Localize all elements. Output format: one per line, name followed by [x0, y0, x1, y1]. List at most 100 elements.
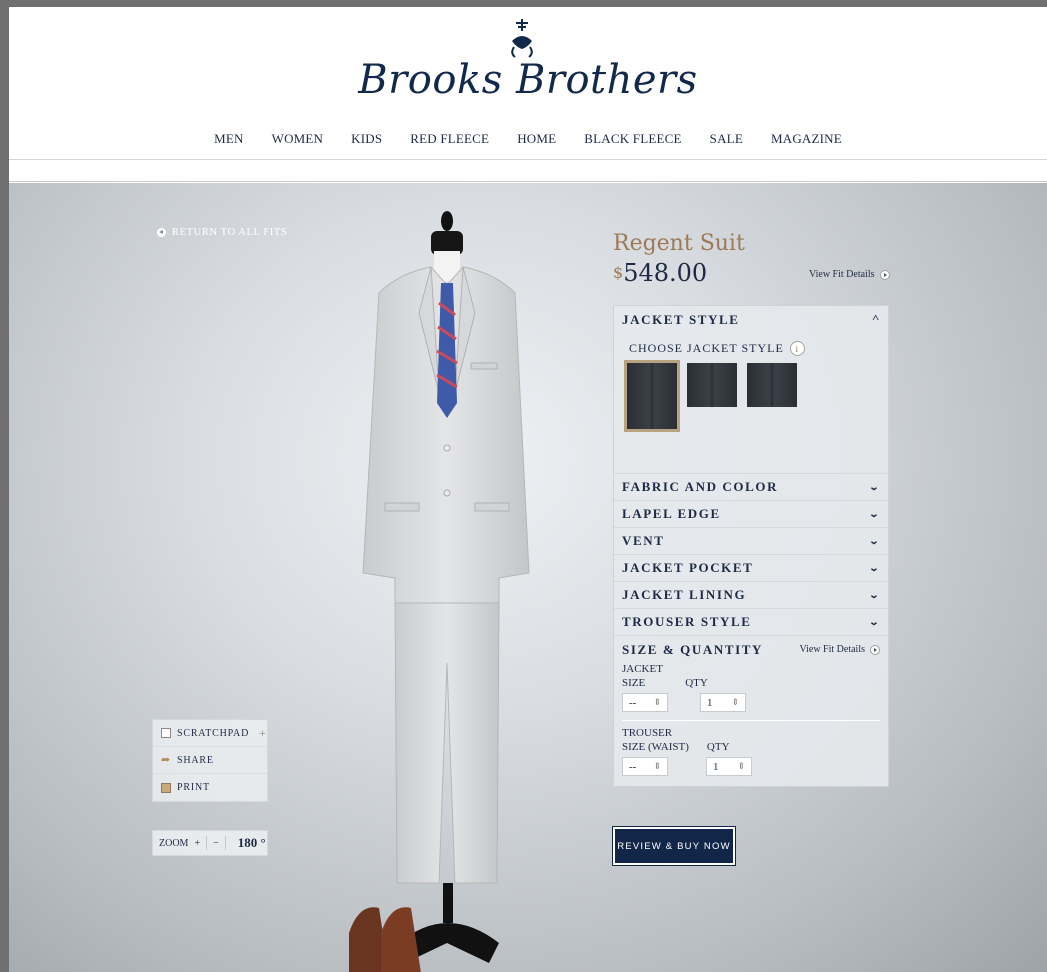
share-label: SHARE — [177, 754, 214, 766]
select-arrows-icon: ⇕ — [653, 697, 661, 707]
jacket-qty-select[interactable]: 1 ⇕ — [700, 693, 746, 712]
chevron-down-icon: ⌄ — [868, 589, 882, 601]
zoom-controls: ZOOM + − 180 ° — [152, 830, 268, 856]
chevron-right-circle-icon — [870, 644, 880, 655]
choose-jacket-style: CHOOSE JACKET STYLE i — [629, 341, 805, 356]
trouser-selects: -- ⇕ 1 ⇕ — [622, 757, 880, 776]
nav-item-men[interactable]: MEN — [214, 131, 244, 147]
zoom-label: ZOOM — [159, 837, 189, 849]
section-label: VENT — [622, 533, 665, 548]
nav-item-women[interactable]: WOMEN — [272, 131, 324, 147]
size-quantity-header: SIZE & QUANTITY View Fit Details — [614, 635, 888, 663]
scratchpad-button[interactable]: SCRATCHPAD + — [153, 720, 267, 747]
back-arrow-icon — [157, 228, 166, 237]
scratchpad-label: SCRATCHPAD — [177, 727, 250, 739]
sub-navigation-bar — [9, 160, 1047, 182]
accordion-jacket-pocket[interactable]: JACKET POCKET ⌄ — [614, 554, 888, 581]
share-arrow-icon: ➦ — [161, 754, 172, 766]
site-header: Brooks Brothers MEN WOMEN KIDS RED FLEEC… — [9, 7, 1047, 159]
jacket-size-value: -- — [629, 696, 637, 709]
trouser-size-select[interactable]: -- ⇕ — [622, 757, 668, 776]
jacket-style-swatches — [624, 360, 797, 432]
jacket-size-select[interactable]: -- ⇕ — [622, 693, 668, 712]
suit-configurator-stage: RETURN TO ALL FITS SCRATCHPAD + ➦ SHARE … — [9, 183, 1047, 972]
jacket-style-option-double-breasted[interactable] — [747, 363, 797, 407]
rotate-180-button[interactable]: 180 ° — [238, 835, 266, 851]
accordion-jacket-style[interactable]: JACKET STYLE ^ — [614, 306, 888, 333]
print-label: PRINT — [177, 782, 210, 793]
choose-jacket-style-label: CHOOSE JACKET STYLE — [629, 341, 784, 355]
section-label: JACKET LINING — [622, 587, 747, 602]
suit-mannequin-image[interactable] — [339, 203, 599, 972]
chevron-down-icon: ⌄ — [868, 481, 882, 493]
chevron-up-icon: ^ — [871, 314, 882, 325]
nav-item-red-fleece[interactable]: RED FLEECE — [410, 131, 489, 147]
size-divider — [622, 720, 880, 721]
zoom-divider — [206, 836, 208, 850]
info-icon[interactable]: i — [789, 341, 805, 356]
product-price: $548.00 — [613, 259, 707, 287]
trouser-size-label: SIZE (WAIST) — [622, 741, 689, 753]
jacket-style-title: JACKET STYLE — [622, 311, 740, 327]
section-label: JACKET POCKET — [622, 560, 754, 575]
jacket-style-option-three-button[interactable] — [687, 363, 737, 407]
trouser-qty-label: QTY — [706, 741, 730, 753]
jacket-style-options: CHOOSE JACKET STYLE i — [614, 333, 888, 473]
select-arrows-icon: ⇕ — [731, 697, 739, 707]
section-label: LAPEL EDGE — [622, 506, 721, 521]
nav-item-magazine[interactable]: MAGAZINE — [771, 131, 842, 147]
tools-panel: SCRATCHPAD + ➦ SHARE PRINT — [152, 719, 268, 802]
return-label: RETURN TO ALL FITS — [172, 227, 288, 238]
review-and-buy-button[interactable]: REVIEW & BUY NOW — [612, 826, 736, 866]
view-fit-details-link[interactable]: View Fit Details — [809, 269, 890, 280]
trouser-qty-select[interactable]: 1 ⇕ — [706, 757, 752, 776]
jacket-size-label: SIZE — [622, 677, 646, 689]
size-quantity-body: JACKET SIZE QTY -- ⇕ 1 ⇕ TROUSER SIZE (W… — [614, 663, 888, 786]
accordion-fabric-and-color[interactable]: FABRIC AND COLOR ⌄ — [614, 473, 888, 500]
accordion-vent[interactable]: VENT ⌄ — [614, 527, 888, 554]
nav-item-home[interactable]: HOME — [517, 131, 556, 147]
accordion-trouser-style[interactable]: TROUSER STYLE ⌄ — [614, 608, 888, 635]
printer-icon — [161, 782, 171, 793]
nav-item-black-fleece[interactable]: BLACK FLEECE — [584, 131, 681, 147]
jacket-qty-value: 1 — [707, 696, 713, 709]
select-arrows-icon: ⇕ — [653, 761, 661, 771]
nav-item-sale[interactable]: SALE — [710, 131, 743, 147]
fit-details-label: View Fit Details — [799, 644, 865, 655]
price-value: 548.00 — [623, 259, 708, 287]
zoom-out-button[interactable]: − — [213, 838, 219, 849]
jacket-qty-label: QTY — [685, 677, 708, 689]
share-button[interactable]: ➦ SHARE — [153, 747, 267, 774]
zoom-in-button[interactable]: + — [194, 838, 200, 849]
size-view-fit-details-link[interactable]: View Fit Details — [799, 644, 880, 655]
jacket-selects: -- ⇕ 1 ⇕ — [622, 693, 880, 712]
jacket-style-option-two-button[interactable] — [624, 360, 680, 432]
section-label: FABRIC AND COLOR — [622, 479, 779, 494]
trouser-labels: SIZE (WAIST) QTY — [622, 741, 880, 753]
select-arrows-icon: ⇕ — [737, 761, 745, 771]
zoom-divider — [224, 836, 226, 850]
main-nav: MEN WOMEN KIDS RED FLEECE HOME BLACK FLE… — [9, 131, 1047, 147]
chevron-down-icon: ⌄ — [868, 616, 882, 628]
accordion-lapel-edge[interactable]: LAPEL EDGE ⌄ — [614, 500, 888, 527]
section-label: TROUSER STYLE — [622, 614, 752, 629]
trouser-heading: TROUSER — [622, 727, 673, 739]
chevron-down-icon: ⌄ — [868, 562, 882, 574]
customization-panel: JACKET STYLE ^ CHOOSE JACKET STYLE i FAB… — [613, 305, 889, 787]
price-currency: $ — [613, 263, 624, 282]
jacket-labels: SIZE QTY — [622, 677, 880, 689]
chevron-right-circle-icon — [879, 269, 890, 280]
golden-fleece-logo-icon — [511, 19, 533, 58]
trouser-qty-value: 1 — [713, 760, 719, 773]
jacket-heading: JACKET — [622, 663, 663, 675]
trouser-size-value: -- — [629, 760, 637, 773]
fit-details-label: View Fit Details — [809, 269, 875, 280]
brand-logo-text[interactable]: Brooks Brothers — [9, 57, 1047, 103]
product-title: Regent Suit — [613, 231, 745, 256]
add-icon: + — [259, 725, 267, 740]
return-to-all-fits-link[interactable]: RETURN TO ALL FITS — [157, 227, 287, 238]
page-frame: Brooks Brothers MEN WOMEN KIDS RED FLEEC… — [9, 7, 1047, 972]
nav-item-kids[interactable]: KIDS — [351, 131, 382, 147]
print-button[interactable]: PRINT — [153, 774, 267, 801]
accordion-jacket-lining[interactable]: JACKET LINING ⌄ — [614, 581, 888, 608]
